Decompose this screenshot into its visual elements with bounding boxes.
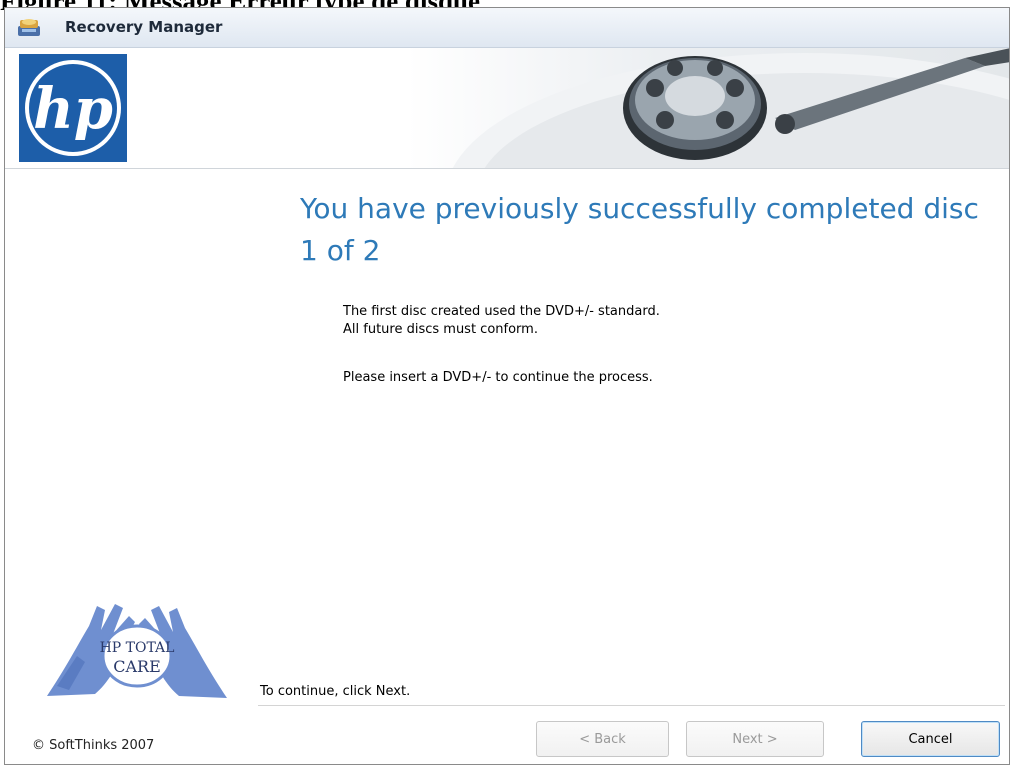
recovery-manager-app-icon (18, 19, 40, 36)
hp-total-care-logo: HP TOTAL CARE (47, 604, 227, 698)
window-title: Recovery Manager (65, 18, 223, 36)
hard-disk-platter-art (452, 48, 1009, 168)
message-line-conform: All future discs must conform. (343, 322, 538, 337)
header-banner: hp (5, 48, 1009, 169)
care-logo-line1: HP TOTAL (100, 640, 175, 656)
continue-instruction: To continue, click Next. (260, 684, 411, 699)
next-button[interactable]: Next > (686, 721, 824, 757)
hp-logo-text: hp (33, 76, 113, 142)
care-logo-line2: CARE (113, 657, 161, 676)
copyright-text: © SoftThinks 2007 (32, 738, 155, 753)
title-bar[interactable]: Recovery Manager (5, 8, 1009, 48)
cancel-button[interactable]: Cancel (861, 721, 1000, 757)
message-line-standard: The first disc created used the DVD+/- s… (343, 304, 660, 319)
status-heading: You have previously successfully complet… (300, 192, 979, 267)
message-line-insert: Please insert a DVD+/- to continue the p… (343, 370, 653, 385)
recovery-manager-window: Recovery Manager hp You have previously … (4, 7, 1010, 765)
footer-divider (258, 705, 1005, 706)
back-button[interactable]: < Back (536, 721, 669, 757)
hp-logo: hp (19, 54, 127, 162)
